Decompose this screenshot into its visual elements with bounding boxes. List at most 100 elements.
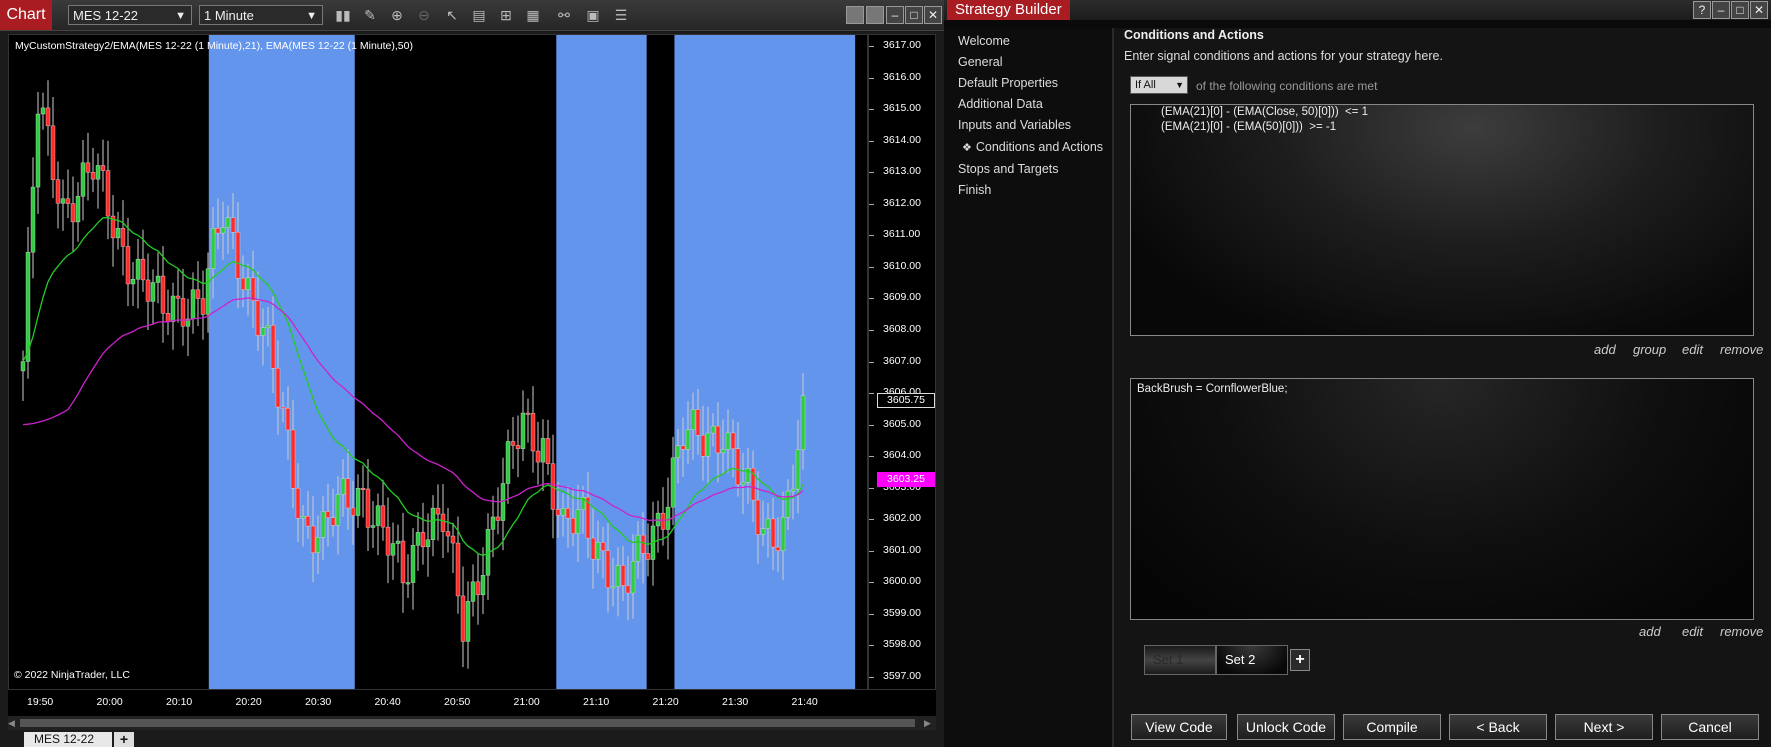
price-axis[interactable]: 3617.00 3616.00 3615.00 3614.00 3613.00 3612.…: [868, 34, 936, 690]
price-tick-mark: [869, 613, 874, 615]
candle-body: [700, 435, 706, 457]
actions-box[interactable]: BackBrush = CornflowerBlue;: [1130, 378, 1754, 620]
candle-body: [645, 553, 651, 560]
cancel-button[interactable]: Cancel: [1661, 714, 1759, 740]
nav-item-finish[interactable]: Finish: [958, 183, 991, 197]
minimize-icon[interactable]: –: [886, 6, 904, 24]
condition-row[interactable]: (EMA(21)[0] - (EMA(50)[0])) >= -1: [1161, 121, 1336, 133]
condition-row[interactable]: (EMA(21)[0] - (EMA(Close, 50)[0])) <= 1: [1161, 106, 1368, 118]
action-row[interactable]: BackBrush = CornflowerBlue;: [1137, 383, 1288, 395]
help-button[interactable]: ?: [1693, 1, 1711, 19]
remove-action-link[interactable]: remove: [1720, 624, 1763, 639]
time-tick-label: 20:30: [305, 696, 332, 708]
draw-tool-icon[interactable]: ✎: [360, 5, 380, 25]
chart-trader-icon[interactable]: ⊞: [496, 5, 516, 25]
conditions-box[interactable]: (EMA(21)[0] - (EMA(Close, 50)[0])) <= 1 …: [1130, 104, 1754, 336]
candle-body: [430, 507, 436, 540]
close-icon[interactable]: ✕: [1750, 1, 1768, 19]
section-title: Conditions and Actions: [1124, 28, 1264, 42]
candle-body: [715, 425, 721, 454]
compile-button[interactable]: Compile: [1343, 714, 1441, 740]
candle-body: [165, 313, 171, 322]
candle-body: [40, 107, 46, 115]
back-button[interactable]: < Back: [1449, 714, 1547, 740]
interval-select[interactable]: 1 Minute ▼: [199, 5, 323, 25]
maximize-icon[interactable]: □: [905, 6, 923, 24]
group-condition-link[interactable]: group: [1633, 342, 1666, 357]
candle-body: [75, 196, 81, 223]
price-tick-mark: [869, 550, 874, 552]
set-tab-2[interactable]: Set 2: [1216, 645, 1288, 675]
nav-item-stops-and-targets[interactable]: Stops and Targets: [958, 162, 1059, 176]
scroll-right-icon[interactable]: ▶: [924, 718, 934, 728]
candle-body: [220, 227, 226, 234]
nav-item-additional-data[interactable]: Additional Data: [958, 97, 1043, 111]
condition-mode-select[interactable]: If All ▼: [1130, 76, 1188, 94]
candle-body: [690, 409, 696, 430]
set-tab-1[interactable]: Set 1: [1144, 645, 1216, 675]
candle-body: [590, 537, 596, 560]
price-tick-label: 3617.00: [883, 39, 921, 51]
add-condition-link[interactable]: add: [1594, 342, 1616, 357]
edit-condition-link[interactable]: edit: [1682, 342, 1703, 357]
candle-body: [45, 107, 51, 127]
zoom-out-icon[interactable]: ⊖: [414, 5, 434, 25]
maximize-icon[interactable]: □: [1731, 1, 1749, 19]
pointer-icon[interactable]: ↖: [442, 5, 462, 25]
tile-icon[interactable]: [846, 6, 864, 24]
edit-action-link[interactable]: edit: [1682, 624, 1703, 639]
time-axis[interactable]: 19:50 20:00 20:10 20:20 20:30 20:40 20:50 21:00…: [8, 690, 936, 716]
minimize-icon[interactable]: –: [1712, 1, 1730, 19]
scrollbar-thumb[interactable]: [20, 719, 915, 727]
properties-icon[interactable]: ☰: [611, 5, 631, 25]
indicators-icon[interactable]: ▦: [523, 5, 543, 25]
nav-item-general[interactable]: General: [958, 55, 1002, 69]
bar-type-icon[interactable]: ▮▮: [333, 5, 353, 25]
candle-body: [435, 507, 441, 515]
chart-plot-area[interactable]: MyCustomStrategy2/EMA(MES 12-22 (1 Minut…: [8, 34, 868, 690]
nav-item-welcome[interactable]: Welcome: [958, 34, 1010, 48]
scroll-left-icon[interactable]: ◀: [8, 718, 18, 728]
condition-mode-value: If All: [1135, 79, 1156, 91]
strategy-builder-tag: Strategy Builder: [947, 0, 1070, 20]
add-action-link[interactable]: add: [1639, 624, 1661, 639]
candle-body: [440, 513, 446, 532]
chart-tab[interactable]: MES 12-22: [24, 732, 112, 747]
candle-body: [155, 275, 161, 283]
add-set-button[interactable]: +: [1290, 649, 1310, 671]
view-code-button[interactable]: View Code: [1131, 714, 1227, 740]
candle-body: [350, 507, 356, 516]
templates-icon[interactable]: ▣: [583, 5, 603, 25]
strategies-icon[interactable]: ⚯: [554, 5, 574, 25]
unlock-code-button[interactable]: Unlock Code: [1237, 714, 1335, 740]
data-box-icon[interactable]: ▤: [469, 5, 489, 25]
candle-body: [330, 517, 336, 526]
instrument-select[interactable]: MES 12-22 ▼: [68, 5, 192, 25]
candle-body: [450, 535, 456, 544]
next-button[interactable]: Next >: [1555, 714, 1653, 740]
candle-body: [320, 511, 326, 538]
chart-scrollbar[interactable]: ◀ ▶: [8, 716, 936, 730]
price-tick-label: 3610.00: [883, 259, 921, 272]
price-tick-label: 3604.00: [883, 449, 921, 462]
candle-body: [535, 450, 541, 463]
add-tab-button[interactable]: +: [114, 732, 134, 747]
candle-body: [310, 525, 316, 553]
candle-body: [190, 289, 196, 320]
candle-body: [145, 279, 151, 302]
candle-body: [475, 581, 481, 596]
nav-item-inputs-and-variables[interactable]: Inputs and Variables: [958, 118, 1071, 132]
candle-body: [705, 432, 711, 457]
price-tick-mark: [869, 582, 874, 584]
tile-alt-icon[interactable]: [866, 6, 884, 24]
candle-body: [335, 494, 341, 526]
nav-item-conditions-and-actions[interactable]: ❖ Conditions and Actions: [962, 140, 1103, 154]
candle-body: [230, 217, 236, 233]
candle-body: [610, 586, 616, 589]
candle-body: [300, 516, 306, 519]
zoom-in-icon[interactable]: ⊕: [387, 5, 407, 25]
close-icon[interactable]: ✕: [924, 6, 942, 24]
remove-condition-link[interactable]: remove: [1720, 342, 1763, 357]
nav-item-default-properties[interactable]: Default Properties: [958, 76, 1058, 90]
candle-body: [505, 441, 511, 484]
